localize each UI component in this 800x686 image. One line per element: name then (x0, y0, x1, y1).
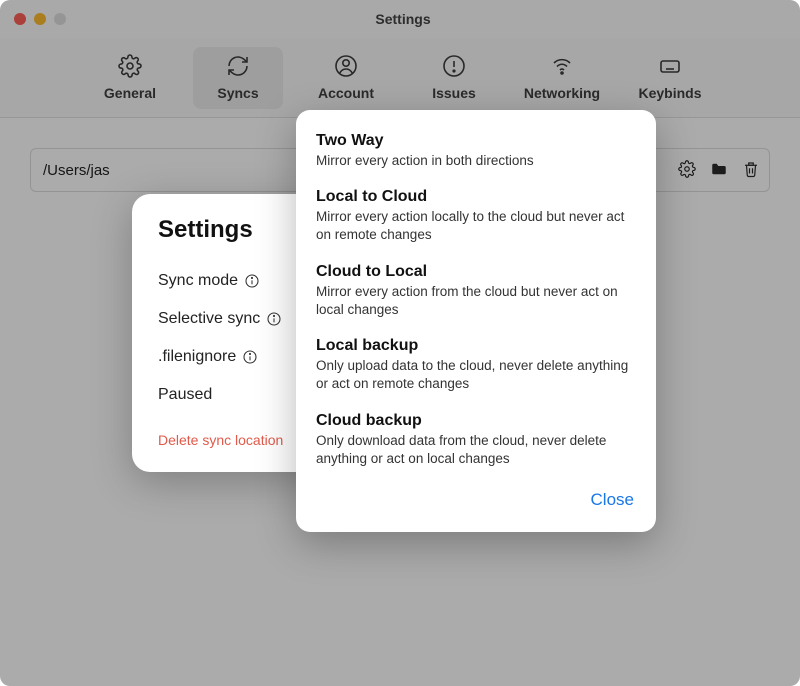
setting-label: .filenignore (158, 348, 236, 366)
option-title: Two Way (316, 132, 636, 150)
info-icon[interactable] (242, 349, 258, 365)
setting-label: Paused (158, 386, 212, 404)
option-desc: Mirror every action from the cloud but n… (316, 283, 636, 319)
setting-label: Selective sync (158, 310, 260, 328)
sync-mode-option-local-backup[interactable]: Local backup Only upload data to the clo… (316, 329, 636, 403)
option-title: Local backup (316, 337, 636, 355)
setting-label: Sync mode (158, 272, 238, 290)
sync-mode-option-local-to-cloud[interactable]: Local to Cloud Mirror every action local… (316, 180, 636, 254)
popover-close-button[interactable]: Close (589, 484, 636, 516)
option-title: Local to Cloud (316, 188, 636, 206)
popover-actions: Close (316, 484, 636, 516)
option-desc: Mirror every action locally to the cloud… (316, 208, 636, 244)
option-desc: Only download data from the cloud, never… (316, 432, 636, 468)
option-desc: Only upload data to the cloud, never del… (316, 357, 636, 393)
settings-window: Settings General Syncs Account Issues (0, 0, 800, 686)
info-icon[interactable] (244, 273, 260, 289)
sync-mode-option-cloud-to-local[interactable]: Cloud to Local Mirror every action from … (316, 255, 636, 329)
info-icon[interactable] (266, 311, 282, 327)
option-title: Cloud to Local (316, 263, 636, 281)
option-title: Cloud backup (316, 412, 636, 430)
sync-mode-option-two-way[interactable]: Two Way Mirror every action in both dire… (316, 124, 636, 180)
sync-mode-option-cloud-backup[interactable]: Cloud backup Only download data from the… (316, 404, 636, 478)
sync-mode-popover: Two Way Mirror every action in both dire… (296, 110, 656, 532)
option-desc: Mirror every action in both directions (316, 152, 636, 170)
